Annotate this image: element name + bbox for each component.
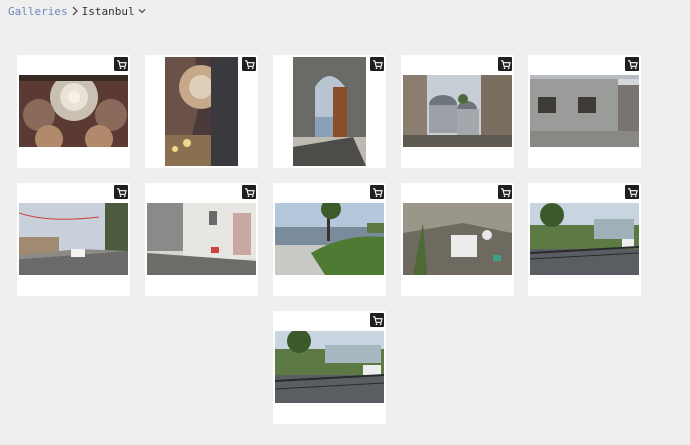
shopping-cart-icon[interactable] xyxy=(498,185,512,199)
photo-card[interactable] xyxy=(145,183,258,296)
photo-card[interactable] xyxy=(273,183,386,296)
photo-thumbnail[interactable] xyxy=(530,75,639,147)
photo-thumbnail[interactable] xyxy=(19,75,128,147)
photo-thumbnail[interactable] xyxy=(403,75,512,147)
shopping-cart-icon[interactable] xyxy=(370,313,384,327)
shopping-cart-icon[interactable] xyxy=(114,57,128,71)
photo-thumbnail[interactable] xyxy=(530,203,639,275)
photo-thumbnail[interactable] xyxy=(275,331,384,403)
photo-card[interactable] xyxy=(528,183,641,296)
photo-card[interactable] xyxy=(401,183,514,296)
photo-card[interactable] xyxy=(273,55,386,168)
photo-thumbnail[interactable] xyxy=(293,57,366,166)
photo-thumbnail[interactable] xyxy=(165,57,238,166)
photo-card[interactable] xyxy=(273,311,386,424)
shopping-cart-icon[interactable] xyxy=(370,185,384,199)
photo-thumbnail[interactable] xyxy=(147,203,256,275)
photo-thumbnail[interactable] xyxy=(403,203,512,275)
photo-grid xyxy=(0,0,690,445)
photo-card[interactable] xyxy=(401,55,514,168)
shopping-cart-icon[interactable] xyxy=(242,185,256,199)
photo-card[interactable] xyxy=(17,55,130,168)
shopping-cart-icon[interactable] xyxy=(114,185,128,199)
photo-card[interactable] xyxy=(17,183,130,296)
shopping-cart-icon[interactable] xyxy=(242,57,256,71)
photo-thumbnail[interactable] xyxy=(275,203,384,275)
shopping-cart-icon[interactable] xyxy=(625,57,639,71)
photo-thumbnail[interactable] xyxy=(19,203,128,275)
shopping-cart-icon[interactable] xyxy=(370,57,384,71)
photo-card[interactable] xyxy=(145,55,258,168)
shopping-cart-icon[interactable] xyxy=(498,57,512,71)
photo-card[interactable] xyxy=(528,55,641,168)
shopping-cart-icon[interactable] xyxy=(625,185,639,199)
